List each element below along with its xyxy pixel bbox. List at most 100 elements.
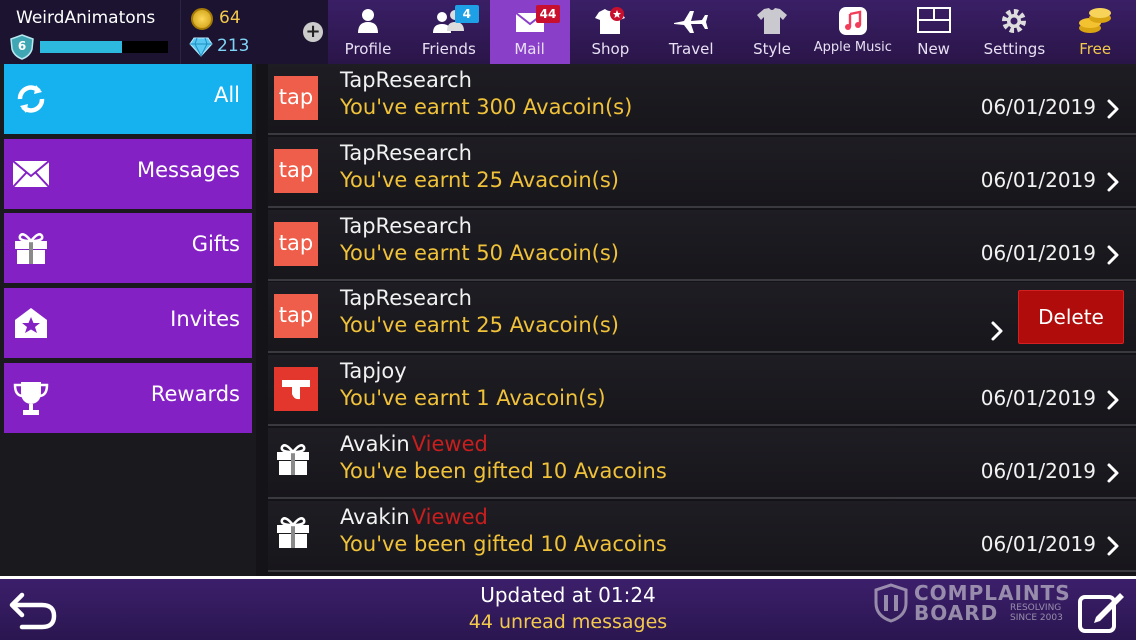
nav-mail[interactable]: Mail 44 [489,0,570,64]
level-badge: 6 [10,34,34,60]
nav-travel[interactable]: Travel [651,0,731,64]
nav-friends[interactable]: Friends 4 [409,0,489,64]
message-date: 06/01/2019 [980,240,1096,265]
chevron-right-icon[interactable] [1106,244,1120,266]
nav-label: Shop [591,40,630,58]
message-sender: Tapjoy [340,359,407,383]
nav-style[interactable]: Style [732,0,812,64]
message-row[interactable]: AvakinViewed You've been gifted 10 Avacoi… [268,500,1136,572]
nav-label: Settings [983,40,1046,58]
chevron-right-icon[interactable] [1106,98,1120,120]
watermark-shield-icon [874,583,908,623]
tapjoy-logo [274,367,318,412]
add-currency-button[interactable]: + [303,22,323,42]
watermark: COMPLAINTS BOARD RESOLVING SINCE 2003 [874,581,1086,625]
message-sender: AvakinViewed [340,505,488,529]
sidebar-item-label: Messages [137,157,240,182]
message-date: 06/01/2019 [980,95,1096,119]
sidebar-item-label: All [213,83,240,107]
message-sender: TapResearch [340,68,472,92]
diamond-icon [189,37,213,57]
chevron-right-icon[interactable] [1106,535,1120,557]
message-row[interactable]: tap TapResearch You've earnt 300 Avacoin(s… [268,64,1136,135]
shop-icon [570,6,650,36]
chevron-right-icon[interactable] [1106,389,1120,411]
message-body: You've earnt 50 Avacoin(s) [340,240,619,265]
chevron-right-icon[interactable] [1106,171,1120,193]
music-icon [813,6,893,36]
message-date: 06/01/2019 [980,167,1096,192]
compose-button[interactable] [1076,585,1128,635]
message-date: 06/01/2019 [980,459,1096,483]
nav-free[interactable]: Free [1055,0,1135,64]
sidebar-item-label: Gifts [191,232,240,257]
coin-stack-icon [1055,6,1135,36]
profile-icon [328,6,408,36]
user-panel[interactable]: WeirdAnimatons 6 [0,0,180,64]
watermark-line2: BOARD [914,601,999,625]
top-bar: WeirdAnimatons 6 64 213 + Profile Friends… [0,0,1136,64]
message-sender: AvakinViewed [340,432,488,456]
coin-count: 64 [219,8,241,28]
tapresearch-logo: tap [274,148,318,193]
message-body: You've been gifted 10 Avacoins [340,531,667,556]
sender-name: TapResearch [340,286,472,311]
message-row[interactable]: tap TapResearch You've earnt 25 Avacoin(s)… [268,136,1136,208]
message-body: You've earnt 25 Avacoin(s) [340,313,619,338]
level-number: 6 [17,39,27,53]
viewed-status: Viewed [411,432,488,456]
sidebar-item-all[interactable]: All [4,64,252,134]
gem-count: 213 [217,36,250,56]
currency-panel: 64 213 + [180,0,328,64]
mail-filter-sidebar: All Messages Gifts Invites Rewards [0,64,256,576]
message-row[interactable]: AvakinViewed You've been gifted 10 Avacoi… [268,428,1136,499]
message-row[interactable]: tap TapResearch You've earnt 25 Avacoin(s)… [268,282,1136,354]
sidebar-item-invites[interactable]: Invites [4,288,252,359]
message-sender: TapResearch [340,214,472,238]
message-body: You've earnt 1 Avacoin(s) [340,386,606,411]
nav-badge: 44 [535,5,561,23]
message-body: You've been gifted 10 Avacoins [340,459,667,483]
chevron-right-icon[interactable] [1106,462,1120,484]
tapresearch-logo: tap [274,294,318,339]
message-row[interactable]: tap TapResearch You've earnt 50 Avacoin(s)… [268,209,1136,281]
nav-label: Apple Music [813,40,892,55]
nav-settings[interactable]: Settings [974,0,1054,64]
sender-name: TapResearch [340,140,472,165]
message-list: tap TapResearch You've earnt 300 Avacoin(s… [260,64,1136,576]
message-row[interactable]: Tapjoy You've earnt 1 Avacoin(s) 06/01/201… [268,355,1136,427]
nav-new[interactable]: New [894,0,974,64]
sidebar-item-label: Invites [170,307,240,332]
envelope-icon [12,155,50,193]
sender-name: Tapjoy [340,359,407,384]
nav-apple-music[interactable]: Apple Music [813,0,893,64]
message-body: You've earnt 300 Avacoin(s) [340,95,633,119]
nav-label: Mail [514,40,545,58]
xp-bar [40,41,168,53]
sender-name: TapResearch [340,68,472,92]
tapresearch-logo: tap [274,221,318,266]
sidebar-item-messages[interactable]: Messages [4,138,252,209]
new-icon [894,6,974,36]
username: WeirdAnimatons [16,8,156,28]
nav-label: Profile [344,40,392,58]
nav-label: New [917,40,950,58]
message-sender: TapResearch [340,141,472,165]
sidebar-item-label: Rewards [150,381,240,406]
sidebar-item-gifts[interactable]: Gifts [4,213,252,284]
invite-icon [12,304,50,342]
nav-label: Free [1079,40,1112,58]
chevron-right-icon[interactable] [990,320,1004,342]
sidebar-item-rewards[interactable]: Rewards [4,362,252,433]
coin-icon [191,8,213,30]
tapresearch-logo: tap [274,76,318,120]
nav-profile[interactable]: Profile [328,0,408,64]
delete-button[interactable]: Delete [1018,290,1124,345]
viewed-status: Viewed [411,504,488,529]
nav-shop[interactable]: Shop [570,0,650,64]
airplane-icon [651,6,731,36]
sender-name: TapResearch [340,213,472,238]
trophy-icon [12,379,50,417]
gift-icon [274,513,318,557]
refresh-icon [12,80,50,118]
